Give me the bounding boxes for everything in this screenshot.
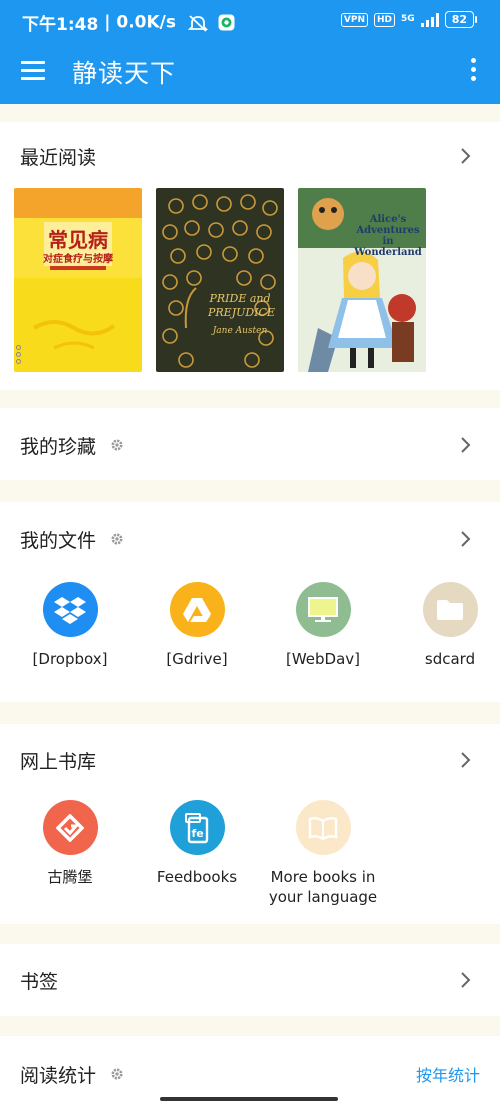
google-drive-icon <box>169 582 225 637</box>
chevron-right-icon[interactable] <box>460 971 472 989</box>
open-book-icon <box>295 800 351 855</box>
hd-badge: HD <box>374 12 396 27</box>
app-notification-icon <box>218 14 235 31</box>
status-net-speed: 0.0K/s <box>116 12 176 33</box>
chevron-right-icon[interactable] <box>460 751 472 769</box>
feedbooks-icon: fe <box>169 800 225 855</box>
gutenberg-icon <box>42 800 98 855</box>
gear-icon[interactable] <box>110 438 124 452</box>
app-bar: 静读天下 <box>0 42 500 104</box>
top-bar: 下午1:48 | 0.0K/s VPN HD 5G 82 静读天下 <box>0 0 500 104</box>
status-time: 下午1:48 <box>22 15 99 35</box>
home-indicator[interactable] <box>160 1097 338 1101</box>
recent-reading-header[interactable]: 最近阅读 <box>20 144 97 169</box>
library-label-line1: More books in <box>270 868 376 886</box>
section-title-recent: 最近阅读 <box>20 146 97 169</box>
menu-icon[interactable] <box>21 58 47 84</box>
library-label: Feedbooks <box>156 868 238 886</box>
library-gutenberg[interactable]: 古腾堡 <box>5 800 135 887</box>
battery-icon: 82 <box>444 11 478 28</box>
more-options-icon[interactable] <box>468 58 478 88</box>
book-1-subtitle: 对症食疗与按摩 <box>43 254 113 265</box>
favorites-header[interactable]: 我的珍藏 <box>20 433 124 458</box>
section-title-files: 我的文件 <box>20 529 97 552</box>
library-label-line2: your language <box>268 888 378 906</box>
my-files-card: 我的文件 [Dropbox] [Gdrive] [WebDav] sdcard <box>0 502 500 702</box>
battery-level: 82 <box>451 13 467 26</box>
section-title-favorites: 我的珍藏 <box>20 435 97 458</box>
reading-stats-card: 阅读统计 按年统计 <box>0 1036 500 1101</box>
file-source-webdav[interactable]: [WebDav] <box>258 582 388 669</box>
favorites-card: 我的珍藏 <box>0 408 500 480</box>
section-title-online: 网上书库 <box>20 750 97 773</box>
gear-icon[interactable] <box>110 1067 124 1081</box>
file-source-dropbox[interactable]: [Dropbox] <box>5 582 135 669</box>
book-2-title: PRIDE and PREJUDICE <box>208 292 276 319</box>
book-options-icon[interactable] <box>16 345 22 366</box>
file-source-label: [Gdrive] <box>166 650 228 668</box>
signal-icon <box>420 12 439 27</box>
book-1-title: 常见病 <box>48 228 108 252</box>
file-source-label: [Dropbox] <box>32 650 108 668</box>
gear-icon[interactable] <box>110 532 124 546</box>
file-source-gdrive[interactable]: [Gdrive] <box>132 582 262 669</box>
book-3-title: Alice's Adventures in Wonderland <box>354 214 422 258</box>
bookmarks-card: 书签 <box>0 944 500 1016</box>
section-title-bookmarks: 书签 <box>20 970 59 993</box>
folder-icon <box>422 582 478 637</box>
vpn-badge: VPN <box>340 12 369 27</box>
svg-text:fe: fe <box>192 827 204 840</box>
chevron-right-icon[interactable] <box>460 147 472 165</box>
status-bar: 下午1:48 | 0.0K/s VPN HD 5G 82 <box>0 0 500 42</box>
library-label: 古腾堡 <box>47 868 93 886</box>
my-files-header[interactable]: 我的文件 <box>20 527 124 552</box>
library-label: More books in your language <box>258 867 388 907</box>
bookmarks-header[interactable]: 书签 <box>20 968 59 993</box>
file-source-label: [WebDav] <box>285 650 361 668</box>
file-source-sdcard[interactable]: sdcard <box>385 582 500 669</box>
network-type: 5G <box>401 14 415 24</box>
book-cover-2[interactable]: PRIDE and PREJUDICE Jane Austen <box>156 188 284 372</box>
book-2-author: Jane Austen <box>212 326 268 336</box>
file-source-label: sdcard <box>424 650 476 668</box>
chevron-right-icon[interactable] <box>460 436 472 454</box>
section-title-stats: 阅读统计 <box>20 1064 97 1087</box>
book-cover-1[interactable]: 常见病 对症食疗与按摩 <box>14 188 142 372</box>
library-feedbooks[interactable]: fe Feedbooks <box>132 800 262 887</box>
stats-by-year-link[interactable]: 按年统计 <box>416 1062 480 1086</box>
dropbox-icon <box>42 582 98 637</box>
library-more-books[interactable]: More books in your language <box>258 800 388 907</box>
reading-stats-header[interactable]: 阅读统计 <box>20 1062 124 1087</box>
chevron-right-icon[interactable] <box>460 530 472 548</box>
mute-icon <box>187 14 209 32</box>
monitor-icon <box>295 582 351 637</box>
online-library-card: 网上书库 古腾堡 fe Feedbooks More books in your… <box>0 724 500 924</box>
status-divider: | <box>104 12 117 33</box>
book-cover-3[interactable]: Alice's Adventures in Wonderland <box>298 188 426 372</box>
app-title: 静读天下 <box>72 59 177 88</box>
online-library-header[interactable]: 网上书库 <box>20 748 97 773</box>
